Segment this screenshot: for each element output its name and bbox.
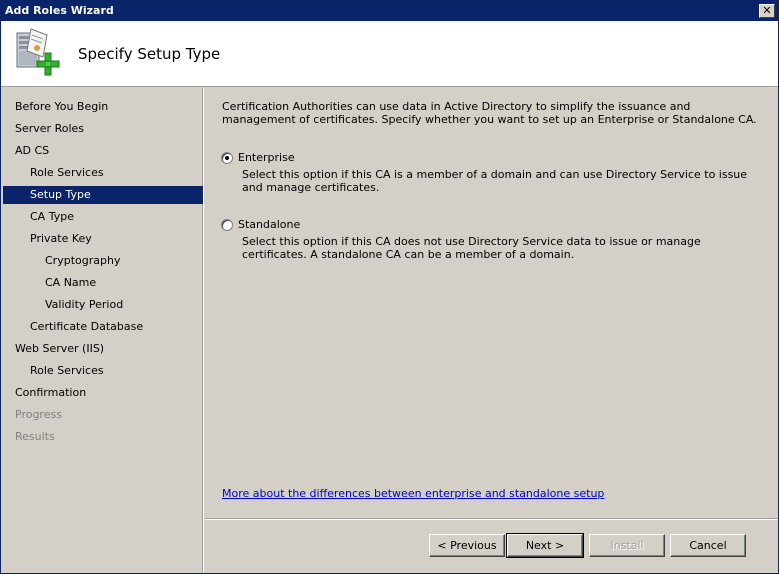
install-button: Install [589,534,665,557]
window-title: Add Roles Wizard [5,4,114,17]
page-title: Specify Setup Type [78,45,221,63]
nav-step-setup-type[interactable]: Setup Type [3,186,203,204]
next-button[interactable]: Next > [506,533,584,558]
title-bar[interactable]: Add Roles Wizard ✕ [1,1,778,21]
nav-step-before-you-begin[interactable]: Before You Begin [3,98,203,116]
wizard-header: Specify Setup Type [1,21,778,87]
cancel-button[interactable]: Cancel [670,534,746,557]
enterprise-option[interactable]: Enterprise [221,151,295,164]
nav-step-iis-role-services[interactable]: Role Services [3,362,203,380]
nav-step-private-key[interactable]: Private Key [3,230,203,248]
server-add-icon [13,27,61,77]
nav-step-server-roles[interactable]: Server Roles [3,120,203,138]
close-button[interactable]: ✕ [759,4,775,18]
intro-text: Certification Authorities can use data i… [222,100,757,126]
close-icon: ✕ [762,4,772,17]
enterprise-description: Select this option if this CA is a membe… [242,168,748,194]
standalone-option[interactable]: Standalone [221,218,300,231]
enterprise-label[interactable]: Enterprise [238,151,295,164]
nav-step-web-server-iis[interactable]: Web Server (IIS) [3,340,203,358]
nav-step-role-services[interactable]: Role Services [3,164,203,182]
nav-step-ca-name[interactable]: CA Name [3,274,203,292]
wizard-step-nav: Before You Begin Server Roles AD CS Role… [1,88,204,573]
wizard-window: Add Roles Wizard ✕ Specify Setup Type Be… [0,0,779,574]
nav-step-confirmation[interactable]: Confirmation [3,384,203,402]
nav-step-cryptography[interactable]: Cryptography [3,252,203,270]
nav-step-certificate-database[interactable]: Certificate Database [3,318,203,336]
nav-step-validity-period[interactable]: Validity Period [3,296,203,314]
button-separator [205,518,778,520]
setup-differences-link[interactable]: More about the differences between enter… [222,487,604,500]
nav-step-ad-cs[interactable]: AD CS [3,142,203,160]
standalone-description: Select this option if this CA does not u… [242,235,701,261]
standalone-label[interactable]: Standalone [238,218,300,231]
enterprise-radio[interactable] [221,151,233,164]
nav-step-ca-type[interactable]: CA Type [3,208,203,226]
previous-button[interactable]: < Previous [429,534,505,557]
standalone-radio[interactable] [221,218,233,231]
setup-type-panel: Certification Authorities can use data i… [205,88,778,518]
nav-step-progress: Progress [15,408,62,421]
nav-step-results: Results [15,430,55,443]
